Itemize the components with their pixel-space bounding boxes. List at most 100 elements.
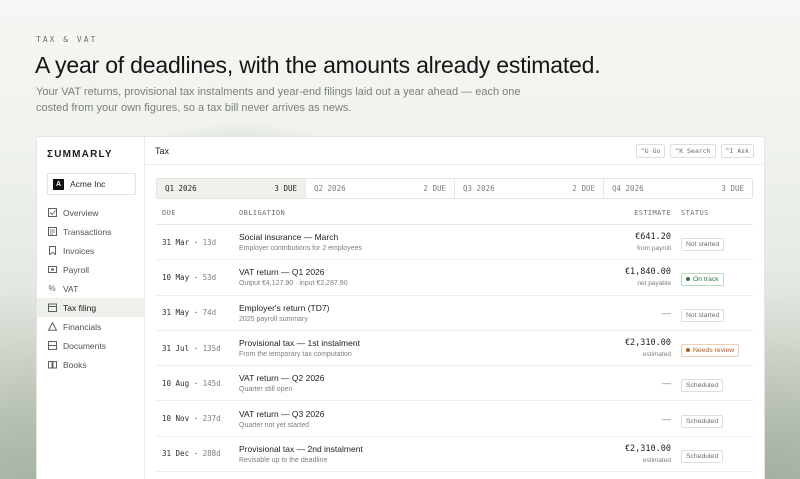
tab-q3[interactable]: Q3 2026 2 DUE bbox=[455, 179, 604, 198]
shortcut-search[interactable]: ^K Search bbox=[670, 143, 716, 158]
tab-q4[interactable]: Q4 2026 3 DUE bbox=[604, 179, 752, 198]
eyebrow-label: TAX & VAT bbox=[36, 35, 98, 44]
estimate-note: net payable bbox=[637, 280, 671, 288]
estimate-amount: €641.20 bbox=[635, 232, 671, 243]
table-row[interactable]: 31 Dec · 288d Provisional tax — 2nd inst… bbox=[156, 437, 753, 473]
page-headline: A year of deadlines, with the amounts al… bbox=[35, 52, 601, 78]
sidebar-item-financials[interactable]: Financials bbox=[37, 317, 144, 336]
column-header-obligation: OBLIGATION bbox=[239, 208, 286, 217]
table-row[interactable]: 10 May · 53d VAT return — Q1 2026 Output … bbox=[156, 260, 753, 296]
days-left: 135d bbox=[202, 343, 221, 353]
sidebar-item-payroll[interactable]: Payroll bbox=[37, 260, 144, 279]
estimate-amount: €2,310.00 bbox=[624, 338, 671, 349]
estimate-amount: — bbox=[662, 378, 671, 389]
status-badge: On track bbox=[681, 272, 724, 286]
book-icon bbox=[47, 360, 57, 370]
percent-icon: % bbox=[48, 284, 56, 293]
shortcut-go[interactable]: ^G Go bbox=[635, 143, 666, 158]
obligation-detail: Quarter still open bbox=[239, 386, 293, 394]
column-header-due: DUE bbox=[162, 208, 176, 217]
due-date: 31 Mar bbox=[162, 237, 190, 247]
status-badge: Scheduled bbox=[681, 414, 724, 428]
topbar: Tax ^G Go ^K Search ^I Ask bbox=[145, 137, 764, 165]
estimate-amount: — bbox=[662, 307, 671, 318]
org-switcher[interactable]: A Acme Inc bbox=[47, 173, 136, 195]
obligation-detail: Revisable up to the deadline bbox=[239, 456, 328, 464]
tab-label: Q1 2026 bbox=[165, 184, 197, 193]
estimate-amount: €2,310.00 bbox=[624, 443, 671, 454]
obligation-detail: 2025 payroll summary bbox=[239, 315, 308, 323]
tab-q1[interactable]: Q1 2026 3 DUE bbox=[157, 179, 306, 198]
obligation-title: Employer's return (TD7) bbox=[239, 302, 330, 313]
table-row[interactable]: 31 May · 74d Employer's return (TD7) 2025… bbox=[156, 296, 753, 331]
sidebar-item-overview[interactable]: Overview bbox=[37, 203, 144, 222]
list-icon bbox=[47, 227, 57, 237]
brand-logo: ΣUMMARLY bbox=[47, 149, 113, 160]
due-date: 31 May bbox=[162, 308, 190, 318]
tab-count: 2 DUE bbox=[423, 184, 446, 193]
page-subtitle: Your VAT returns, provisional tax instal… bbox=[36, 86, 521, 114]
sidebar-item-books[interactable]: Books bbox=[37, 355, 144, 374]
status-badge: Not started bbox=[681, 238, 725, 252]
sidebar-item-tax-filing[interactable]: Tax filing bbox=[37, 298, 144, 317]
tab-label: Q2 2026 bbox=[314, 184, 346, 193]
tab-label: Q3 2026 bbox=[463, 184, 495, 193]
table-row[interactable]: 10 Aug · 145d VAT return — Q2 2026 Quarte… bbox=[156, 366, 753, 402]
stack-icon bbox=[47, 341, 57, 351]
table-row[interactable]: 31 Jul · 135d Provisional tax — 1st inst… bbox=[156, 331, 753, 367]
tab-count: 3 DUE bbox=[274, 184, 297, 193]
sidebar-item-label: VAT bbox=[63, 283, 79, 294]
triangle-icon bbox=[47, 322, 57, 332]
days-left: 74d bbox=[202, 308, 217, 318]
sidebar-nav: Overview Transactions Invoices Payroll %… bbox=[37, 203, 144, 374]
estimate-amount: — bbox=[662, 413, 671, 424]
sidebar-item-label: Transactions bbox=[63, 226, 112, 237]
org-name: Acme Inc bbox=[70, 179, 106, 189]
estimate-amount: €1,840.00 bbox=[624, 267, 671, 278]
obligation-title: VAT return — Q3 2026 bbox=[239, 408, 325, 419]
due-date: 10 May bbox=[162, 272, 190, 282]
calendar-icon bbox=[47, 303, 57, 313]
sidebar-item-vat[interactable]: % VAT bbox=[37, 279, 144, 298]
status-dot-icon bbox=[686, 348, 690, 353]
column-header-status: STATUS bbox=[681, 208, 709, 217]
estimate-note: estimated bbox=[642, 456, 671, 464]
table-row[interactable]: 10 Nov · 237d VAT return — Q3 2026 Quarte… bbox=[156, 401, 753, 437]
status-badge: Scheduled bbox=[681, 449, 724, 463]
sidebar-item-documents[interactable]: Documents bbox=[37, 336, 144, 355]
shortcut-ask[interactable]: ^I Ask bbox=[720, 143, 754, 158]
estimate-note: from payroll bbox=[637, 245, 671, 253]
sidebar-item-label: Financials bbox=[63, 321, 102, 332]
obligation-detail: Employer contributions for 2 employees bbox=[239, 245, 362, 253]
tab-label: Q4 2026 bbox=[612, 184, 644, 193]
org-avatar: A bbox=[53, 178, 64, 190]
tab-count: 2 DUE bbox=[572, 184, 595, 193]
app-window: ΣUMMARLY A Acme Inc Overview Transaction… bbox=[36, 136, 765, 479]
table-header: DUE OBLIGATION ESTIMATE STATUS bbox=[156, 201, 753, 225]
tab-q2[interactable]: Q2 2026 2 DUE bbox=[306, 179, 455, 198]
sidebar-item-label: Overview bbox=[63, 207, 99, 218]
obligation-title: VAT return — Q1 2026 bbox=[239, 267, 325, 278]
due-date: 10 Nov bbox=[162, 414, 190, 424]
obligation-title: Provisional tax — 1st instalment bbox=[239, 338, 360, 349]
sidebar-item-invoices[interactable]: Invoices bbox=[37, 241, 144, 260]
main-panel: Tax ^G Go ^K Search ^I Ask Q1 2026 3 DUE… bbox=[145, 137, 764, 479]
sidebar-item-transactions[interactable]: Transactions bbox=[37, 222, 144, 241]
obligation-title: Provisional tax — 2nd instalment bbox=[239, 443, 363, 454]
wallet-icon bbox=[47, 265, 57, 275]
obligation-title: VAT return — Q2 2026 bbox=[239, 373, 325, 384]
days-left: 237d bbox=[202, 414, 221, 424]
sidebar-item-label: Invoices bbox=[63, 245, 95, 256]
sidebar-item-label: Documents bbox=[63, 340, 106, 351]
obligation-detail: Output €4,127.90 · input €2,287.90 bbox=[239, 280, 348, 288]
sidebar-item-label: Payroll bbox=[63, 264, 89, 275]
column-header-estimate: ESTIMATE bbox=[634, 208, 671, 217]
table-row[interactable]: 31 Mar · 13d Social insurance — March Emp… bbox=[156, 225, 753, 261]
sidebar-item-label: Books bbox=[63, 359, 87, 370]
status-badge: Not started bbox=[681, 308, 725, 322]
sidebar-item-label: Tax filing bbox=[63, 302, 97, 313]
deadline-table-body: 31 Mar · 13d Social insurance — March Emp… bbox=[156, 225, 753, 473]
tax-content: Q1 2026 3 DUE Q2 2026 2 DUE Q3 2026 2 DU… bbox=[145, 165, 764, 473]
bookmark-icon bbox=[47, 246, 57, 256]
days-left: 53d bbox=[202, 272, 217, 282]
